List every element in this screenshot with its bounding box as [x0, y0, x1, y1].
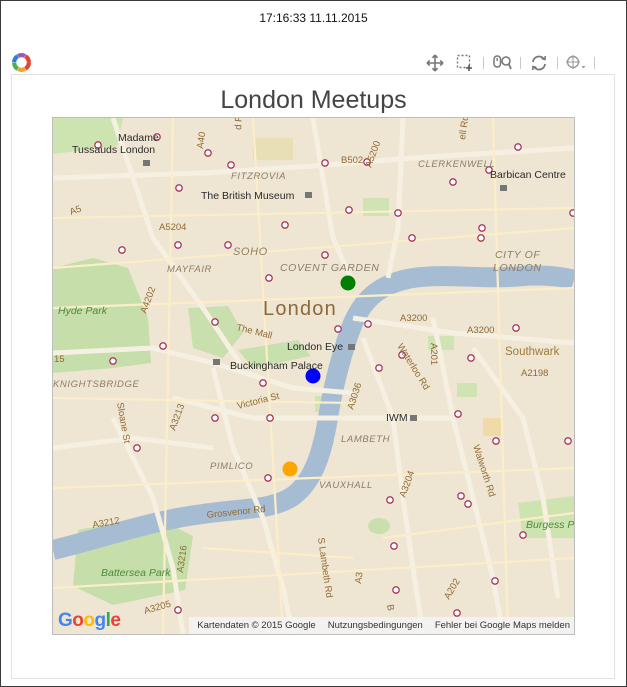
road-a3200-2: A3200 — [467, 325, 494, 336]
label-soho: SOHO — [233, 246, 268, 258]
label-london: London — [263, 298, 337, 320]
google-logo-letter: G — [58, 610, 73, 631]
reset-tool-button[interactable] — [524, 51, 554, 75]
plot-toolbar — [420, 50, 598, 78]
hover-tool-button[interactable] — [561, 51, 591, 75]
hover-icon — [566, 55, 586, 69]
park-oval — [368, 518, 390, 534]
road-a2198: A2198 — [521, 368, 548, 379]
google-logo-letter: e — [110, 610, 121, 631]
reset-icon — [532, 55, 546, 71]
label-burgess-park: Burgess Pa — [526, 519, 574, 531]
report-error-link[interactable]: Fehler bei Google Maps melden — [435, 620, 570, 631]
plot-title: London Meetups — [220, 86, 407, 114]
terms-link[interactable]: Nutzungsbedingungen — [328, 620, 423, 631]
road-15: 15 — [54, 354, 65, 365]
box-zoom-tool-button[interactable] — [450, 51, 480, 75]
road-d-rd: d Rd — [233, 118, 245, 130]
map-canvas: FITZROVIA CLERKENWELL SOHO MAYFAIR COVEN… — [53, 118, 574, 634]
label-clerkenwell: CLERKENWELL — [418, 159, 495, 170]
toolbar-separator — [520, 57, 521, 69]
road-a3: A3 — [353, 571, 366, 584]
map-data-credit: Kartendaten © 2015 Google — [197, 620, 316, 631]
label-battersea-park: Battersea Park — [101, 567, 171, 579]
label-madame: Madame — [118, 132, 159, 144]
label-lambeth: LAMBETH — [341, 434, 390, 445]
label-covent-garden: COVENT GARDEN — [280, 262, 379, 274]
label-hyde-park: Hyde Park — [58, 305, 108, 317]
wheel-zoom-tool-button[interactable] — [487, 51, 517, 78]
road-a40: A40 — [195, 131, 208, 149]
pan-icon — [426, 54, 444, 72]
meetup-marker-green[interactable] — [340, 275, 356, 291]
wheel-zoom-icon — [493, 55, 512, 70]
toolbar-separator — [557, 57, 558, 69]
road-b502: B502 — [341, 155, 363, 166]
meetup-marker-orange[interactable] — [282, 461, 298, 477]
label-barbican: Barbican Centre — [490, 169, 566, 181]
road-a5204: A5204 — [159, 222, 186, 233]
label-southwark: Southwark — [505, 346, 560, 358]
park-block — [253, 138, 293, 160]
label-iwm: IWM — [386, 412, 408, 424]
map-attribution-bar: Kartendaten © 2015 Google Nutzungsbeding… — [189, 617, 574, 634]
park-block — [483, 418, 503, 436]
label-fitzrovia: FITZROVIA — [231, 171, 286, 182]
park-block — [457, 383, 477, 397]
label-knightsbridge: KNIGHTSBRIDGE — [53, 379, 140, 390]
meetup-marker-blue[interactable] — [305, 368, 321, 384]
label-tussauds: Tussauds London — [72, 144, 155, 156]
label-london-eye: London Eye — [287, 341, 343, 353]
toolbar-separator — [594, 57, 595, 69]
label-british-museum: The British Museum — [201, 190, 295, 202]
bokeh-logo-icon — [12, 53, 31, 72]
pan-tool-button[interactable] — [420, 51, 450, 78]
google-logo-letter: g — [94, 610, 107, 631]
toolbar-separator — [483, 57, 484, 69]
label-city-london: LONDON — [493, 262, 542, 274]
google-logo-letter: o — [83, 610, 95, 631]
label-city-of: CITY OF — [495, 249, 540, 261]
road-a201: A201 — [428, 343, 439, 365]
google-map[interactable]: FITZROVIA CLERKENWELL SOHO MAYFAIR COVEN… — [52, 117, 575, 635]
timestamp: 17:16:33 11.11.2015 — [259, 11, 368, 25]
label-vauxhall: VAUXHALL — [319, 480, 373, 491]
google-logo-letter: o — [72, 610, 84, 631]
label-mayfair: MAYFAIR — [167, 264, 212, 275]
google-logo: Google — [58, 610, 121, 632]
label-pimlico: PIMLICO — [210, 461, 253, 472]
box-zoom-icon — [456, 54, 472, 71]
park-block — [363, 198, 389, 216]
road-a3200-1: A3200 — [400, 313, 427, 324]
